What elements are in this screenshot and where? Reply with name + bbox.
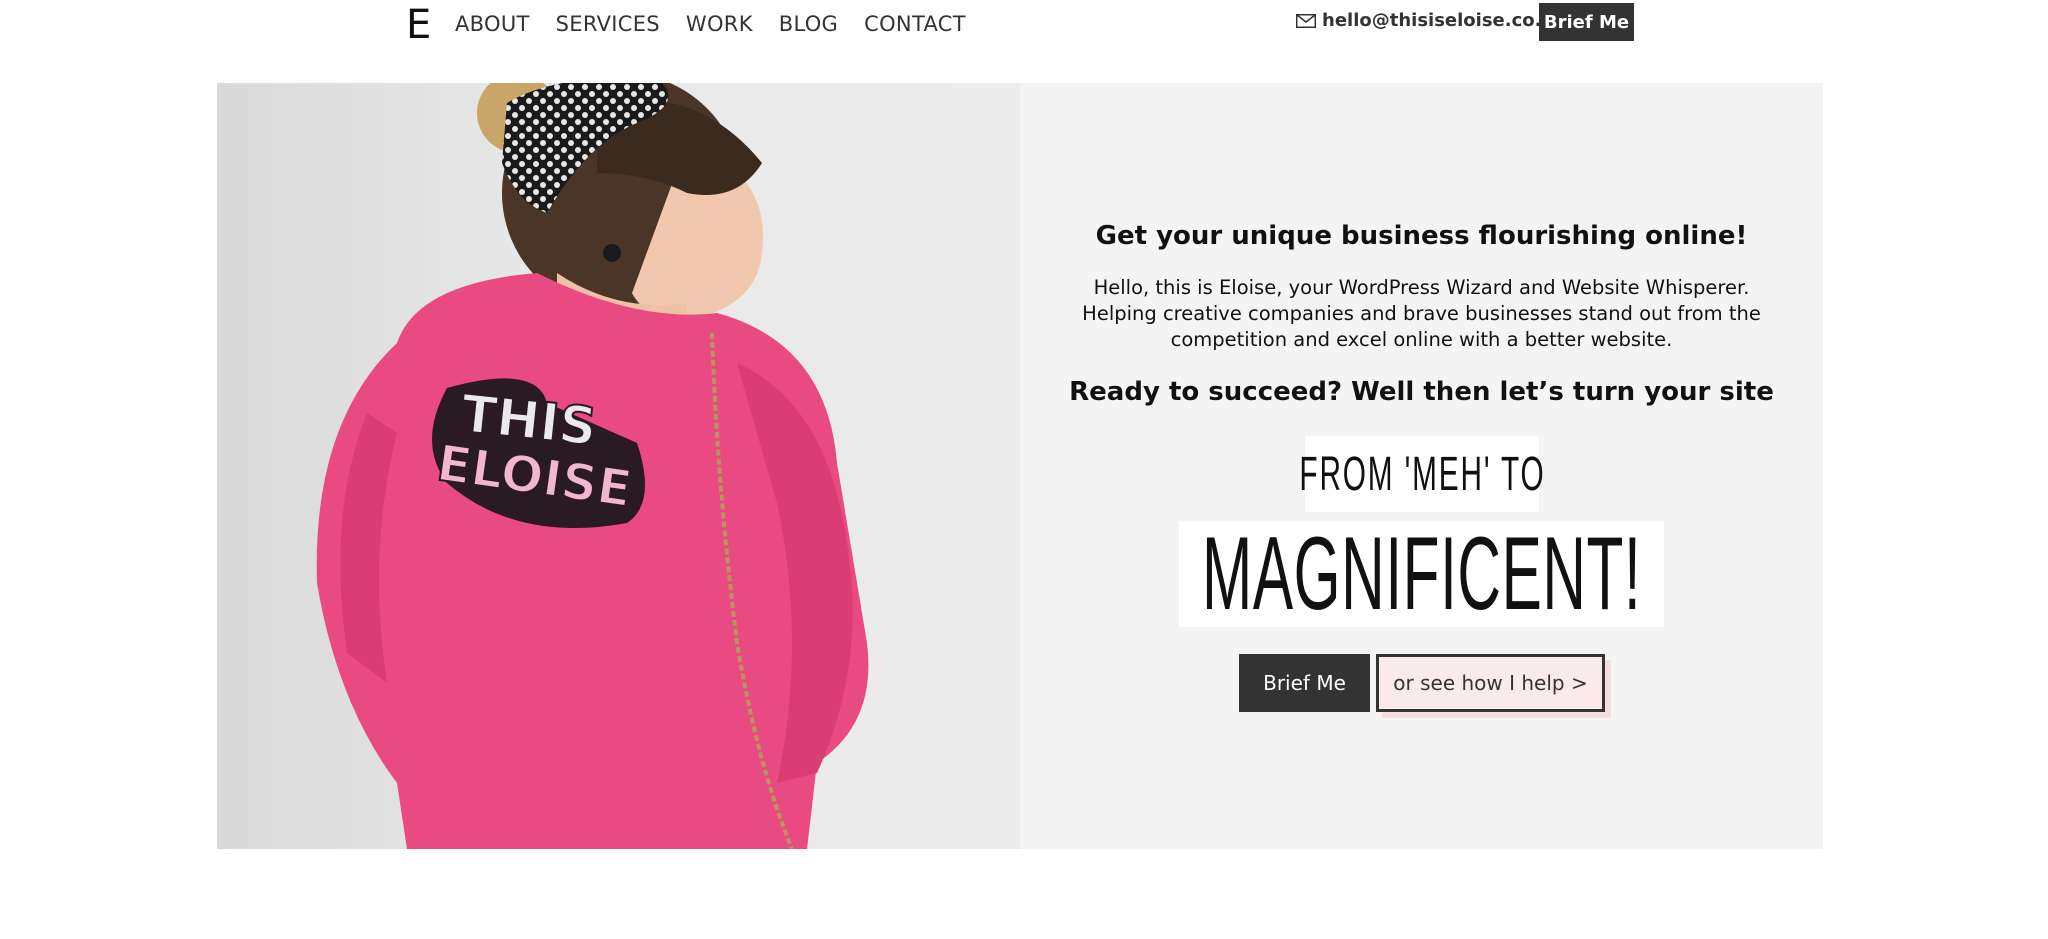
see-how-i-help-button[interactable]: or see how I help > <box>1376 654 1605 712</box>
from-meh-box: FROM 'MEH' TO <box>1299 436 1543 512</box>
site-header: E ABOUT SERVICES WORK BLOG CONTACT hello… <box>0 0 2048 60</box>
hero-tagline: Get your unique business flourishing onl… <box>1095 221 1748 251</box>
nav-blog-link[interactable]: BLOG <box>779 12 838 36</box>
magnificent-box: MAGNIFICENT! <box>1179 521 1664 627</box>
hero-text-panel: Get your unique business flourishing onl… <box>1020 83 1823 849</box>
header-brief-me-button[interactable]: Brief Me <box>1539 3 1634 41</box>
nav-about-link[interactable]: ABOUT <box>455 12 530 36</box>
portrait-illustration: THIS ELOISE <box>316 83 869 849</box>
nav-work-link[interactable]: WORK <box>686 12 753 36</box>
magnificent-text: MAGNIFICENT! <box>1201 521 1642 627</box>
site-logo[interactable]: E <box>406 2 431 48</box>
envelope-icon <box>1296 13 1316 28</box>
header-email-text: hello@thisiseloise.co.uk <box>1322 10 1567 31</box>
hero-brief-me-button[interactable]: Brief Me <box>1239 654 1370 712</box>
hero-section: THIS ELOISE Get your unique business flo… <box>217 83 1823 849</box>
header-email-link[interactable]: hello@thisiseloise.co.uk <box>1296 10 1566 31</box>
hero-intro: Hello, this is Eloise, your WordPress Wi… <box>1082 276 1761 351</box>
nav-contact-link[interactable]: CONTACT <box>864 12 966 36</box>
hero-photo: THIS ELOISE <box>217 83 1020 849</box>
from-meh-text: FROM 'MEH' TO <box>1298 447 1546 501</box>
main-nav: ABOUT SERVICES WORK BLOG CONTACT <box>455 12 992 36</box>
hero-ready-heading: Ready to succeed? Well then let’s turn y… <box>1069 377 1774 407</box>
nav-services-link[interactable]: SERVICES <box>556 12 660 36</box>
